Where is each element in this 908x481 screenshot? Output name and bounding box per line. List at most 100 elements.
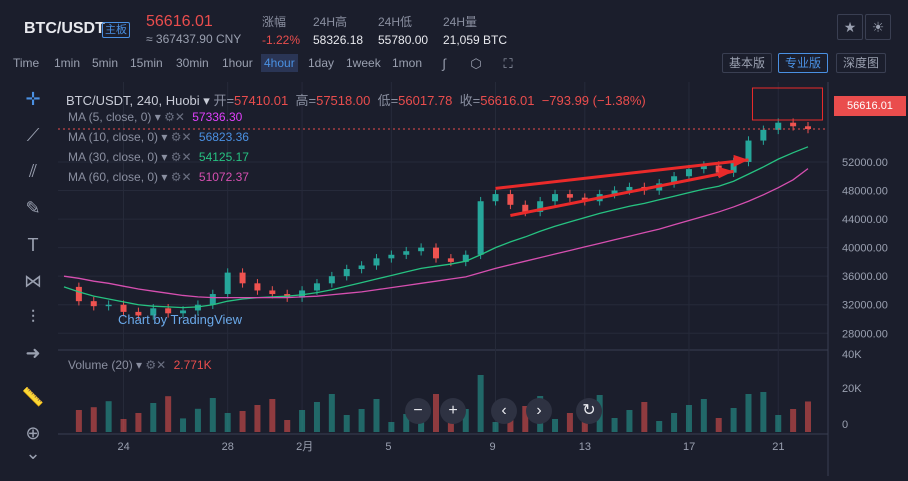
x-tick-label: 13 — [579, 441, 591, 453]
volume-bar — [209, 398, 216, 432]
basic-version-button[interactable]: 基本版 — [722, 53, 773, 73]
ma30-legend[interactable]: MA (30, close, 0) ▾ ⚙✕ 54125.17 — [68, 150, 249, 164]
text-icon[interactable]: T — [20, 232, 46, 258]
volume-bar — [165, 396, 172, 432]
market-header: BTC/USDT 主板 56616.01 ≈ 367437.90 CNY 涨幅 … — [0, 0, 908, 50]
ma10-legend[interactable]: MA (10, close, 0) ▾ ⚙✕ 56823.36 — [68, 130, 249, 144]
volume-bar — [299, 410, 306, 432]
candle-body — [507, 194, 514, 205]
last-price: 56616.01 — [146, 13, 213, 30]
volume-bar — [477, 375, 484, 432]
x-tick-label: 24 — [118, 441, 130, 453]
theme-icon[interactable]: ☀ — [865, 14, 891, 40]
candle-body — [209, 294, 216, 305]
candle-body — [433, 247, 439, 259]
depth-chart-button[interactable]: 深度图 — [836, 53, 887, 73]
candle-body — [75, 286, 82, 302]
zoom-in-button[interactable]: + — [440, 398, 466, 424]
volume-bar — [194, 408, 201, 432]
y-tick-label: 52000.00 — [842, 157, 888, 169]
stat-volume: 24H量 21,059 BTC — [443, 15, 508, 47]
symbol-line[interactable]: BTC/USDT, 240, Huobi — [66, 93, 200, 108]
crosshair-icon[interactable]: ✛ — [20, 86, 46, 112]
y-tick-label: 44000.00 — [842, 214, 888, 226]
chevron-down-icon[interactable]: ⌄ — [20, 440, 46, 466]
y-tick-label: 48000.00 — [842, 186, 888, 198]
tf-15min[interactable]: 15min — [130, 56, 163, 70]
last-price-tag: 56616.01 — [834, 96, 906, 116]
candle-body — [224, 272, 231, 295]
candle-body — [239, 272, 246, 284]
volume-bar — [328, 394, 335, 432]
star-icon[interactable]: ★ — [837, 14, 863, 40]
highlight-box — [751, 87, 823, 121]
prediction-icon[interactable]: ⫶ — [20, 304, 46, 330]
stat-low: 24H低 55780.00 — [378, 15, 429, 47]
tf-4hour[interactable]: 4hour — [261, 54, 298, 72]
volume-legend[interactable]: Volume (20) ▾ ⚙✕ 2.771K — [68, 358, 212, 372]
x-tick-label: 5 — [385, 441, 391, 453]
indicator-icon[interactable]: ∫ — [434, 54, 454, 74]
candle-body — [552, 194, 559, 202]
scroll-left-button[interactable]: ‹ — [491, 398, 517, 424]
volume-bar — [239, 411, 246, 432]
candle-body — [403, 251, 410, 255]
pair-title: BTC/USDT — [24, 20, 105, 37]
tf-30min[interactable]: 30min — [176, 56, 209, 70]
tf-1min[interactable]: 1min — [54, 56, 80, 70]
fullscreen-icon[interactable]: ⛶ — [498, 54, 518, 74]
reset-chart-button[interactable]: ↻ — [576, 398, 602, 424]
volume-bar — [685, 405, 692, 432]
tf-5min[interactable]: 5min — [92, 56, 118, 70]
volume-bar — [805, 401, 811, 432]
volume-bar — [90, 407, 97, 432]
volume-bar — [656, 421, 663, 432]
volume-bar — [641, 402, 648, 432]
chart-area[interactable]: 28000.00 32000.00 36000.00 40000.00 44000.00… — [58, 82, 908, 476]
candle-body — [373, 258, 380, 266]
candle-body — [418, 247, 425, 252]
candle-body — [105, 304, 112, 307]
volume-bar — [75, 410, 82, 432]
candle-body — [328, 276, 335, 284]
pro-version-button[interactable]: 专业版 — [778, 53, 829, 73]
candle-body — [447, 258, 454, 262]
volume-bar — [105, 401, 112, 432]
ohlc-legend: BTC/USDT, 240, Huobi ▾ 开=57410.01 高=5751… — [66, 93, 646, 108]
channel-upper-line — [495, 158, 749, 190]
back-arrow-icon[interactable]: ➜ — [20, 340, 46, 366]
volume-bar — [224, 413, 231, 432]
tf-1day[interactable]: 1day — [308, 56, 334, 70]
candle-body — [358, 265, 365, 270]
tradingview-watermark: Chart by TradingView — [118, 312, 243, 327]
tf-time[interactable]: Time — [13, 56, 39, 70]
x-tick-label: 9 — [490, 441, 496, 453]
volume-bar — [180, 418, 187, 432]
scroll-right-button[interactable]: › — [526, 398, 552, 424]
volume-tick-label: 0 — [842, 419, 848, 431]
volume-bar — [433, 394, 439, 432]
candle-body — [313, 283, 320, 291]
candle-body — [760, 129, 767, 141]
trendline-icon[interactable]: ⟋ — [20, 122, 46, 148]
ruler-icon[interactable]: 📏 — [20, 384, 46, 410]
zoom-out-button[interactable]: − — [405, 398, 431, 424]
tf-1hour[interactable]: 1hour — [222, 56, 253, 70]
volume-bar — [611, 418, 618, 432]
candle-body — [566, 194, 573, 198]
volume-bar — [775, 415, 782, 432]
volume-bar — [254, 405, 261, 432]
ma5-legend[interactable]: MA (5, close, 0) ▾ ⚙✕ 57336.30 — [68, 110, 242, 124]
drawing-toolbar: ✛ ⟋ ⫽ ✎ T ⋈ ⫶ ➜ 📏 ⊕ ⌄ — [10, 82, 56, 476]
fib-icon[interactable]: ⫽ — [20, 158, 46, 184]
brush-icon[interactable]: ✎ — [20, 195, 46, 221]
settings-icon[interactable]: ⬡ — [466, 54, 486, 74]
tf-1week[interactable]: 1week — [346, 56, 381, 70]
ma60-legend[interactable]: MA (60, close, 0) ▾ ⚙✕ 51072.37 — [68, 170, 249, 184]
y-tick-label: 40000.00 — [842, 243, 888, 255]
candle-body — [343, 269, 350, 277]
volume-bar — [745, 394, 752, 432]
pattern-icon[interactable]: ⋈ — [20, 268, 46, 294]
candle-body — [269, 290, 276, 295]
tf-1mon[interactable]: 1mon — [392, 56, 422, 70]
